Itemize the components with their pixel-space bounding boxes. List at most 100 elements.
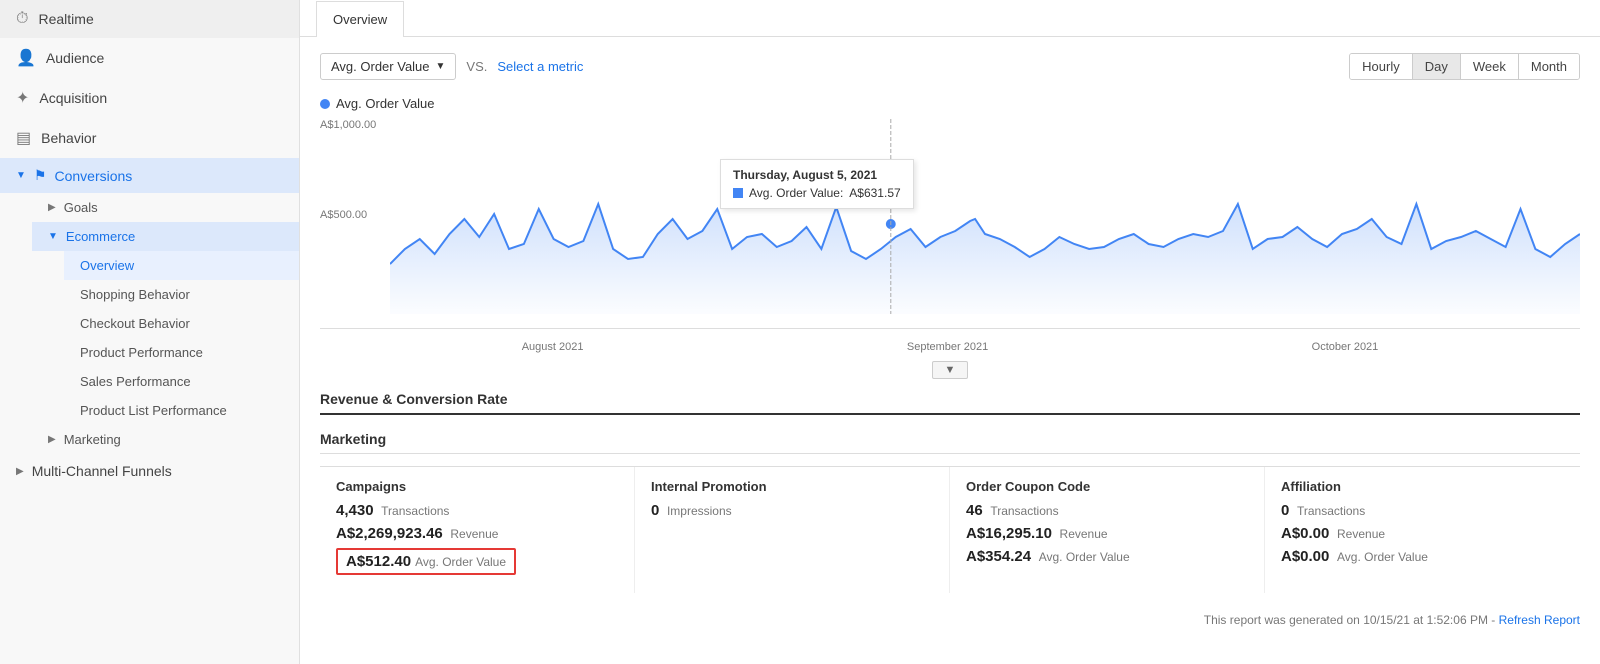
scroll-indicator: ▼ xyxy=(320,361,1580,379)
coupon-revenue: A$16,295.10 Revenue xyxy=(966,525,1248,542)
metric-dropdown[interactable]: Avg. Order Value ▼ xyxy=(320,53,456,80)
campaigns-transactions-label: Transactions xyxy=(381,504,449,518)
coupon-title: Order Coupon Code xyxy=(966,479,1248,494)
sidebar-item-conversions[interactable]: ▼ ⚑ Conversions xyxy=(0,158,299,193)
behavior-icon: ▤ xyxy=(16,128,31,148)
coupon-aov: A$354.24 Avg. Order Value xyxy=(966,548,1248,565)
sidebar-item-conversions-label: Conversions xyxy=(54,168,132,184)
marketing-grid: Campaigns 4,430 Transactions A$2,269,923… xyxy=(320,466,1580,593)
internal-promotion-impressions-label: Impressions xyxy=(667,504,732,518)
internal-promotion-title: Internal Promotion xyxy=(651,479,933,494)
time-btn-hourly[interactable]: Hourly xyxy=(1350,54,1413,79)
campaigns-aov-label: Avg. Order Value xyxy=(415,555,506,569)
refresh-report-link[interactable]: Refresh Report xyxy=(1499,613,1580,627)
coupon-aov-label: Avg. Order Value xyxy=(1039,550,1130,564)
multichannel-caret-icon: ▶ xyxy=(16,466,24,477)
affiliation-aov-value: A$0.00 xyxy=(1281,548,1329,565)
affiliation-aov-label: Avg. Order Value xyxy=(1337,550,1428,564)
sidebar-item-ecommerce[interactable]: ▼ Ecommerce xyxy=(32,222,299,251)
audience-icon: 👤 xyxy=(16,48,36,68)
sidebar-item-realtime[interactable]: ⏱ Realtime xyxy=(0,0,299,38)
tooltip-metric-value: A$631.57 xyxy=(849,186,900,200)
sidebar-item-realtime-label: Realtime xyxy=(38,11,93,27)
sidebar-item-checkout-behavior-label: Checkout Behavior xyxy=(80,316,190,331)
marketing-col-coupon: Order Coupon Code 46 Transactions A$16,2… xyxy=(950,467,1265,593)
report-generated-text: This report was generated on 10/15/21 at… xyxy=(1204,613,1496,627)
sidebar-item-shopping-behavior-label: Shopping Behavior xyxy=(80,287,190,302)
affiliation-transactions-label: Transactions xyxy=(1297,504,1365,518)
sidebar-item-goals-label: Goals xyxy=(64,200,98,215)
sidebar-item-goals[interactable]: ▶ Goals xyxy=(32,193,299,222)
sidebar-item-product-performance[interactable]: Product Performance xyxy=(64,338,299,367)
acquisition-icon: ✦ xyxy=(16,88,29,108)
sidebar-item-audience[interactable]: 👤 Audience xyxy=(0,38,299,78)
affiliation-transactions: 0 Transactions xyxy=(1281,502,1564,519)
conversions-icon: ⚑ xyxy=(34,167,47,184)
sidebar-item-acquisition[interactable]: ✦ Acquisition xyxy=(0,78,299,118)
sidebar-item-product-list-performance-label: Product List Performance xyxy=(80,403,227,418)
coupon-transactions-value: 46 xyxy=(966,502,983,519)
sidebar-item-sales-performance[interactable]: Sales Performance xyxy=(64,367,299,396)
select-metric-link[interactable]: Select a metric xyxy=(497,59,583,74)
time-btn-week[interactable]: Week xyxy=(1461,54,1519,79)
main-content: Overview Avg. Order Value ▼ VS. Select a… xyxy=(300,0,1600,664)
sidebar-item-ecommerce-label: Ecommerce xyxy=(66,229,135,244)
campaigns-revenue: A$2,269,923.46 Revenue xyxy=(336,525,618,542)
coupon-transactions-label: Transactions xyxy=(990,504,1058,518)
internal-promotion-impressions-value: 0 xyxy=(651,502,659,519)
sidebar-item-checkout-behavior[interactable]: Checkout Behavior xyxy=(64,309,299,338)
sidebar-item-multichannel[interactable]: ▶ Multi-Channel Funnels xyxy=(0,454,299,488)
content-area: Avg. Order Value ▼ VS. Select a metric H… xyxy=(300,37,1600,653)
tooltip-color-square xyxy=(733,188,743,198)
internal-promotion-impressions: 0 Impressions xyxy=(651,502,933,519)
affiliation-revenue-label: Revenue xyxy=(1337,527,1385,541)
affiliation-aov: A$0.00 Avg. Order Value xyxy=(1281,548,1564,565)
controls-row: Avg. Order Value ▼ VS. Select a metric H… xyxy=(320,53,1580,80)
sidebar-item-acquisition-label: Acquisition xyxy=(39,90,107,106)
sidebar-item-behavior[interactable]: ▤ Behavior xyxy=(0,118,299,158)
sidebar-item-product-list-performance[interactable]: Product List Performance xyxy=(64,396,299,425)
conversions-caret-icon: ▼ xyxy=(16,170,26,181)
campaigns-aov-value: A$512.40 xyxy=(346,553,411,570)
chart-legend: Avg. Order Value xyxy=(320,96,1580,111)
report-footer: This report was generated on 10/15/21 at… xyxy=(320,613,1580,637)
conversions-submenu: ▶ Goals ▼ Ecommerce Overview Shopping Be… xyxy=(0,193,299,454)
x-label-sep: September 2021 xyxy=(907,341,988,353)
y-label-mid: A$500.00 xyxy=(320,209,367,221)
sidebar-item-sales-performance-label: Sales Performance xyxy=(80,374,191,389)
sidebar-item-marketing[interactable]: ▶ Marketing xyxy=(32,425,299,454)
marketing-col-affiliation: Affiliation 0 Transactions A$0.00 Revenu… xyxy=(1265,467,1580,593)
time-btn-month[interactable]: Month xyxy=(1519,54,1579,79)
coupon-revenue-value: A$16,295.10 xyxy=(966,525,1052,542)
legend-dot xyxy=(320,99,330,109)
sidebar-item-shopping-behavior[interactable]: Shopping Behavior xyxy=(64,280,299,309)
sidebar-item-multichannel-label: Multi-Channel Funnels xyxy=(32,463,172,479)
marketing-col-internal-promotion: Internal Promotion 0 Impressions xyxy=(635,467,950,593)
campaigns-aov-highlighted: A$512.40 Avg. Order Value xyxy=(336,548,516,575)
realtime-icon: ⏱ xyxy=(16,10,28,28)
marketing-caret-icon: ▶ xyxy=(48,434,56,445)
coupon-aov-value: A$354.24 xyxy=(966,548,1031,565)
tab-overview-label: Overview xyxy=(333,12,387,27)
sidebar: ⏱ Realtime 👤 Audience ✦ Acquisition ▤ Be… xyxy=(0,0,300,664)
controls-left: Avg. Order Value ▼ VS. Select a metric xyxy=(320,53,583,80)
ecommerce-caret-icon: ▼ xyxy=(48,231,58,242)
tooltip-metric-row: Avg. Order Value: A$631.57 xyxy=(733,186,901,200)
tab-overview[interactable]: Overview xyxy=(316,1,404,37)
coupon-revenue-label: Revenue xyxy=(1060,527,1108,541)
scroll-arrow-button[interactable]: ▼ xyxy=(932,361,969,379)
ecommerce-submenu: Overview Shopping Behavior Checkout Beha… xyxy=(32,251,299,425)
campaigns-revenue-label: Revenue xyxy=(450,527,498,541)
x-label-oct: October 2021 xyxy=(1312,341,1379,353)
time-btn-day[interactable]: Day xyxy=(1413,54,1461,79)
tooltip-metric-label: Avg. Order Value: xyxy=(749,186,843,200)
campaigns-title: Campaigns xyxy=(336,479,618,494)
sidebar-item-marketing-label: Marketing xyxy=(64,432,121,447)
campaigns-aov: A$512.40 Avg. Order Value xyxy=(336,548,618,575)
metric-dropdown-value: Avg. Order Value xyxy=(331,59,430,74)
goals-caret-icon: ▶ xyxy=(48,202,56,213)
x-label-aug: August 2021 xyxy=(522,341,584,353)
chart-svg xyxy=(390,119,1580,314)
sidebar-item-overview[interactable]: Overview xyxy=(64,251,299,280)
chart-tooltip: Thursday, August 5, 2021 Avg. Order Valu… xyxy=(720,159,914,209)
